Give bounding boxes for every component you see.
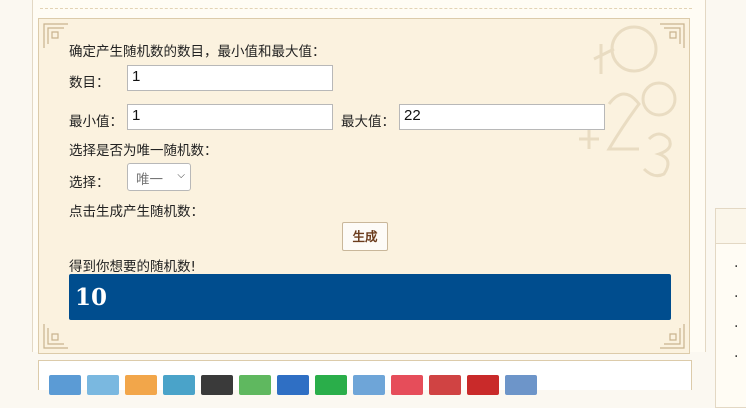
max-input[interactable]: 22: [399, 104, 605, 130]
corner-ornament-icon: [660, 324, 685, 349]
corner-ornament-icon: [43, 23, 68, 48]
list-bullet: ·: [734, 349, 739, 365]
generate-button[interactable]: 生成: [342, 222, 388, 251]
click-heading: 点击生成产生随机数：: [69, 204, 204, 220]
app-icon-blue[interactable]: [49, 375, 81, 395]
min-input[interactable]: 1: [127, 104, 333, 130]
count-range-heading: 确定产生随机数的数目，最小值和最大值：: [69, 44, 326, 60]
app-icon-window[interactable]: [505, 375, 537, 395]
select-label: 选择：: [69, 175, 110, 191]
unique-heading: 选择是否为唯一随机数：: [69, 143, 218, 159]
app-icon-star[interactable]: [87, 375, 119, 395]
app-icon-avatar[interactable]: [201, 375, 233, 395]
app-icon-paw[interactable]: [239, 375, 271, 395]
app-icon-blue2[interactable]: [353, 375, 385, 395]
unique-select[interactable]: 唯一 ⌵: [127, 163, 191, 191]
app-icon-strip: [38, 360, 692, 395]
count-label: 数目：: [69, 75, 110, 91]
app-icon-info[interactable]: [467, 375, 499, 395]
count-input[interactable]: 1: [127, 65, 333, 91]
app-icon-chat[interactable]: [315, 375, 347, 395]
app-icon-teal[interactable]: [163, 375, 195, 395]
list-bullet: ·: [734, 289, 739, 305]
corner-ornament-icon: [43, 324, 68, 349]
app-icon-ribbon[interactable]: [429, 375, 461, 395]
result-display: 10: [69, 274, 671, 320]
min-label: 最小值：: [69, 114, 123, 130]
app-icon-red[interactable]: [391, 375, 423, 395]
list-bullet: ·: [734, 259, 739, 275]
app-icon-baidu[interactable]: [277, 375, 309, 395]
max-label: 最大值：: [341, 114, 395, 130]
unique-select-value: 唯一: [136, 172, 163, 188]
sidebar-list: · · · ·: [715, 208, 746, 408]
sidebar-header: [716, 209, 746, 244]
list-bullet: ·: [734, 319, 739, 335]
divider: [40, 8, 692, 9]
result-heading: 得到你想要的随机数!: [69, 259, 196, 275]
app-icon-orange[interactable]: [125, 375, 157, 395]
random-number-tool: 确定产生随机数的数目，最小值和最大值： 数目： 1 最小值： 1 最大值： 22…: [38, 18, 690, 354]
chevron-down-icon: ⌵: [177, 170, 185, 181]
